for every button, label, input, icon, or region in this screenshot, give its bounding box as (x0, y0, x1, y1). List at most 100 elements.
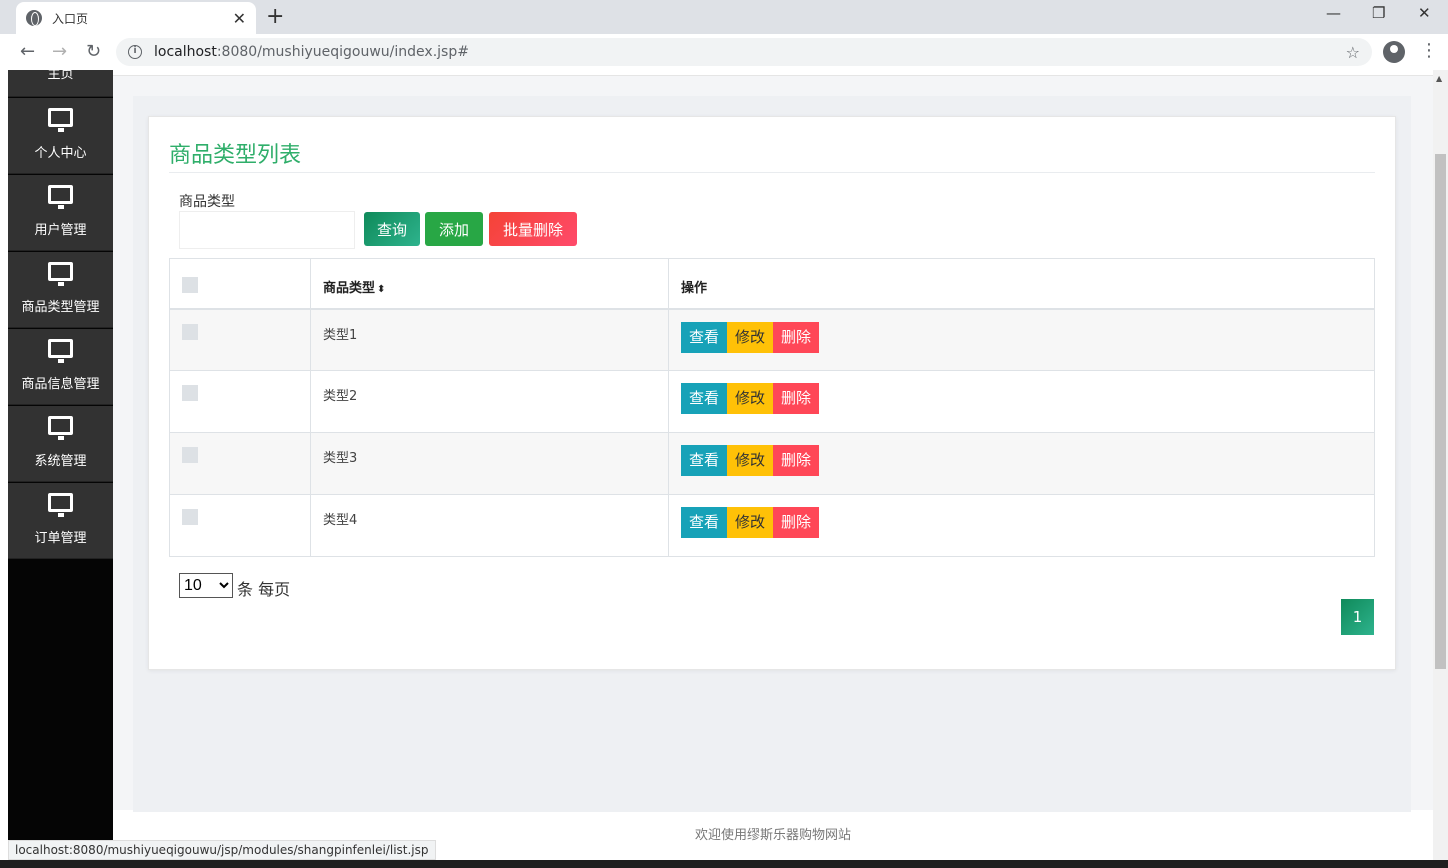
page-size-label: 条 每页 (237, 580, 291, 599)
restore-button[interactable]: ❐ (1372, 4, 1385, 22)
page-title: 商品类型列表 (169, 143, 302, 168)
sidebar-item-product-management[interactable]: 商品信息管理 (8, 329, 113, 405)
forward-button[interactable]: → (52, 40, 67, 64)
sidebar-item-label: 订单管理 (34, 531, 87, 546)
sidebar-item-personal-center[interactable]: 个人中心 (8, 98, 113, 174)
status-bar-url: localhost:8080/mushiyueqigouwu/jsp/modul… (8, 840, 436, 860)
delete-button[interactable]: 删除 (773, 507, 820, 538)
scrollbar-thumb[interactable] (1435, 154, 1446, 669)
actions-cell: 查看 修改 删除 (668, 432, 1375, 495)
sidebar-item-label: 用户管理 (34, 223, 87, 238)
monitor-icon (48, 339, 73, 363)
edit-button[interactable]: 修改 (727, 383, 774, 414)
reload-button[interactable]: ↻ (86, 40, 101, 64)
actions-cell: 查看 修改 删除 (668, 494, 1375, 557)
back-button[interactable]: ← (20, 40, 35, 64)
row-select-cell (169, 494, 311, 557)
new-tab-button[interactable]: + (266, 4, 284, 30)
monitor-icon (48, 493, 73, 517)
list-card: 商品类型列表 商品类型 查询 添加 批量删除 商品类型 ⬍ 操作 类型1 查看 修改… (148, 116, 1396, 670)
sidebar-item-label: 主页 (47, 70, 74, 82)
window-close-button[interactable]: ✕ (1418, 4, 1431, 22)
sidebar-item-label: 系统管理 (34, 454, 87, 469)
sidebar-item-order-management[interactable]: 订单管理 (8, 483, 113, 559)
profile-avatar-icon[interactable] (1383, 41, 1405, 63)
delete-button[interactable]: 删除 (773, 445, 820, 476)
tab-close-icon[interactable]: ✕ (233, 9, 246, 28)
bookmark-star-icon[interactable]: ☆ (1346, 43, 1360, 62)
table-row: 类型1 查看 修改 删除 (169, 308, 1375, 371)
search-input[interactable] (179, 211, 355, 249)
delete-button[interactable]: 删除 (773, 383, 820, 414)
browser-toolbar: ← → ↻ i localhost:8080/mushiyueqigouwu/i… (0, 34, 1448, 70)
edit-button[interactable]: 修改 (727, 445, 774, 476)
column-header-actions: 操作 (668, 258, 1375, 310)
globe-icon (26, 10, 42, 26)
edit-button[interactable]: 修改 (727, 321, 774, 353)
actions-cell: 查看 修改 删除 (668, 308, 1375, 371)
url-text[interactable]: localhost:8080/mushiyueqigouwu/index.jsp… (154, 44, 1346, 60)
page-size-select[interactable]: 10 (179, 573, 233, 598)
url-path: :8080/mushiyueqigouwu/index.jsp# (216, 44, 469, 60)
row-select-cell (169, 308, 311, 371)
page-viewport: 主页 个人中心 用户管理 商品类型管理 商品信息管理 系统管理 订单管理 商品类… (0, 70, 1448, 860)
sidebar: 主页 个人中心 用户管理 商品类型管理 商品信息管理 系统管理 订单管理 (8, 70, 113, 860)
column-header-label: 操作 (681, 281, 708, 296)
select-all-checkbox[interactable] (182, 277, 198, 293)
sidebar-item-label: 商品信息管理 (21, 377, 100, 392)
row-checkbox[interactable] (182, 447, 198, 463)
sort-icon[interactable]: ⬍ (377, 284, 385, 295)
browser-menu-icon[interactable]: ⋮ (1420, 40, 1438, 61)
category-cell: 类型3 (310, 432, 669, 495)
monitor-icon (48, 416, 73, 440)
column-header-label: 商品类型 (323, 281, 376, 296)
category-cell: 类型4 (310, 494, 669, 557)
query-button[interactable]: 查询 (364, 212, 420, 246)
scroll-up-arrow-icon[interactable]: ▲ (1436, 74, 1442, 83)
view-button[interactable]: 查看 (681, 383, 728, 414)
sidebar-item-user-management[interactable]: 用户管理 (8, 175, 113, 251)
address-bar[interactable]: i localhost:8080/mushiyueqigouwu/index.j… (116, 38, 1372, 66)
row-checkbox[interactable] (182, 385, 198, 401)
sidebar-item-home[interactable]: 主页 (8, 70, 113, 97)
info-icon[interactable]: i (128, 45, 142, 59)
delete-button[interactable]: 删除 (773, 321, 820, 353)
sidebar-item-system-management[interactable]: 系统管理 (8, 406, 113, 482)
select-all-cell (169, 258, 311, 310)
actions-cell: 查看 修改 删除 (668, 370, 1375, 433)
category-cell: 类型2 (310, 370, 669, 433)
edit-button[interactable]: 修改 (727, 507, 774, 538)
view-button[interactable]: 查看 (681, 445, 728, 476)
top-strip (113, 70, 1433, 76)
sidebar-item-label: 商品类型管理 (21, 300, 100, 315)
table-header-row: 商品类型 ⬍ 操作 (169, 258, 1375, 310)
minimize-button[interactable]: — (1326, 4, 1341, 22)
add-button[interactable]: 添加 (425, 212, 483, 246)
view-button[interactable]: 查看 (681, 321, 728, 353)
table-row: 类型2 查看 修改 删除 (169, 370, 1375, 433)
browser-tab-bar: 入口页 ✕ + — ❐ ✕ (0, 0, 1448, 34)
title-divider (169, 172, 1375, 173)
category-table: 商品类型 ⬍ 操作 类型1 查看 修改 删除 类型2 查看 修改 删除 类型3 … (169, 258, 1375, 557)
url-host: localhost (154, 44, 217, 60)
row-checkbox[interactable] (182, 509, 198, 525)
browser-tab[interactable]: 入口页 ✕ (16, 2, 256, 34)
monitor-icon (48, 108, 73, 132)
row-checkbox[interactable] (182, 323, 198, 340)
row-select-cell (169, 370, 311, 433)
row-select-cell (169, 432, 311, 495)
sidebar-item-category-management[interactable]: 商品类型管理 (8, 252, 113, 328)
column-header-type[interactable]: 商品类型 ⬍ (310, 258, 669, 310)
table-row: 类型4 查看 修改 删除 (169, 494, 1375, 557)
taskbar (0, 860, 1448, 868)
pagination-page-1[interactable]: 1 (1341, 599, 1374, 635)
category-cell: 类型1 (310, 308, 669, 371)
sidebar-item-label: 个人中心 (34, 146, 87, 161)
search-label: 商品类型 (179, 194, 235, 210)
monitor-icon (48, 185, 73, 209)
batch-delete-button[interactable]: 批量删除 (489, 212, 577, 246)
view-button[interactable]: 查看 (681, 507, 728, 538)
table-row: 类型3 查看 修改 删除 (169, 432, 1375, 495)
monitor-icon (48, 262, 73, 286)
tab-title: 入口页 (52, 11, 89, 26)
